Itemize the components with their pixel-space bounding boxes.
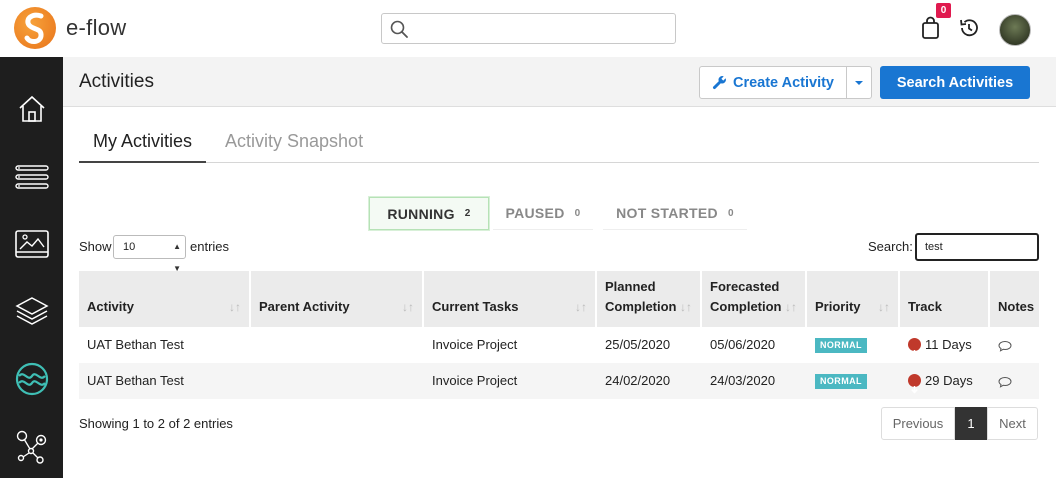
- sidebar-item-home[interactable]: [0, 79, 63, 139]
- showing-entries-info: Showing 1 to 2 of 2 entries: [79, 416, 233, 431]
- status-label: RUNNING: [387, 205, 455, 222]
- column-header-activity[interactable]: Activity ↓↑: [79, 271, 251, 327]
- activity-tabs: My Activities Activity Snapshot: [79, 129, 1039, 163]
- status-filter-not-started[interactable]: NOT STARTED 0: [603, 197, 747, 230]
- priority-badge: NORMAL: [815, 338, 867, 354]
- cart-count-badge: 0: [936, 3, 951, 18]
- comment-icon: [998, 340, 1012, 352]
- track-days: 29 Days: [925, 373, 973, 388]
- column-header-parent-activity[interactable]: Parent Activity ↓↑: [251, 271, 424, 327]
- cell-forecasted-completion: 24/03/2020: [710, 373, 776, 388]
- create-activity-label: Create Activity: [732, 74, 834, 91]
- table-row[interactable]: UAT Bethan Test Invoice Project 24/02/20…: [79, 363, 1039, 399]
- search-icon: [390, 20, 408, 38]
- cell-planned-completion: 25/05/2020: [605, 337, 671, 352]
- history-button[interactable]: [958, 17, 980, 44]
- image-icon: [14, 230, 49, 258]
- layers-icon: [14, 297, 49, 325]
- sidebar-item-layers[interactable]: [0, 281, 63, 341]
- status-count: 0: [574, 207, 581, 219]
- cell-current-task[interactable]: Invoice Project: [424, 327, 517, 363]
- priority-badge: NORMAL: [815, 374, 867, 390]
- cell-forecasted-completion: 05/06/2020: [710, 337, 776, 352]
- create-activity-dropdown[interactable]: [846, 66, 872, 99]
- left-sidebar: [0, 57, 63, 478]
- sidebar-item-list[interactable]: [0, 147, 63, 207]
- status-label: NOT STARTED: [616, 205, 718, 221]
- table-search-label: Search:: [868, 239, 913, 254]
- entries-per-page-select[interactable]: 10 ▲ ▼: [113, 235, 186, 273]
- entries-value: 10: [123, 241, 136, 253]
- pagination: Previous 1 Next: [881, 407, 1038, 440]
- list-icon: [14, 165, 49, 189]
- create-activity-button[interactable]: Create Activity: [699, 66, 847, 99]
- pagination-page-1[interactable]: 1: [955, 407, 987, 440]
- home-icon: [18, 95, 45, 122]
- global-search-input[interactable]: [381, 13, 676, 44]
- pagination-next-button[interactable]: Next: [987, 407, 1038, 440]
- eflow-logo-icon: [14, 7, 56, 49]
- sort-icon: ↓↑: [785, 300, 797, 314]
- sort-icon: ↓↑: [878, 300, 890, 314]
- column-header-priority[interactable]: Priority ↓↑: [807, 271, 900, 327]
- flow-logo-icon: [15, 362, 48, 396]
- column-header-forecasted-completion[interactable]: Forecasted Completion ↓↑: [702, 271, 807, 327]
- page-title: Activities: [79, 71, 154, 92]
- table-search-input[interactable]: test: [915, 233, 1039, 261]
- status-filter-running[interactable]: RUNNING 2: [369, 197, 489, 230]
- cell-activity[interactable]: UAT Bethan Test: [79, 363, 184, 399]
- page-header: Activities Create Activity Search Activi…: [63, 57, 1056, 107]
- cell-parent-activity: [251, 327, 259, 363]
- pagination-previous-button[interactable]: Previous: [881, 407, 955, 440]
- logo-area[interactable]: e-flow: [0, 0, 205, 57]
- cell-notes[interactable]: [990, 327, 1012, 363]
- status-filter-paused[interactable]: PAUSED 0: [493, 197, 593, 230]
- cell-notes[interactable]: [990, 363, 1012, 399]
- column-header-planned-completion[interactable]: Planned Completion ↓↑: [597, 271, 702, 327]
- cell-parent-activity: [251, 363, 259, 399]
- arrow-down-circle-icon: [908, 338, 921, 358]
- main-content: Activities Create Activity Search Activi…: [63, 57, 1056, 478]
- column-header-track: Track: [900, 271, 990, 327]
- history-icon: [960, 19, 978, 37]
- basket-button[interactable]: [920, 16, 942, 40]
- sidebar-item-network[interactable]: [0, 417, 63, 477]
- entries-label: entries: [190, 239, 230, 254]
- show-label: Show: [79, 239, 112, 254]
- cell-track: 11 Days: [900, 327, 972, 363]
- cell-planned-completion: 24/02/2020: [605, 373, 671, 388]
- tab-my-activities[interactable]: My Activities: [79, 131, 207, 163]
- column-header-current-tasks[interactable]: Current Tasks ↓↑: [424, 271, 597, 327]
- sort-icon: ↓↑: [575, 300, 587, 314]
- column-header-notes: Notes: [998, 299, 1035, 314]
- sidebar-item-dashboard[interactable]: [0, 215, 63, 275]
- sort-icon: ↓↑: [402, 300, 414, 314]
- table-row[interactable]: UAT Bethan Test Invoice Project 25/05/20…: [79, 327, 1039, 363]
- sort-icon: ↓↑: [680, 300, 692, 314]
- arrow-down-circle-icon: [908, 374, 921, 394]
- caret-down-icon: [855, 80, 863, 85]
- comment-icon: [998, 376, 1012, 388]
- shopping-bag-icon: [922, 16, 939, 39]
- network-icon: [16, 430, 46, 464]
- user-avatar[interactable]: [999, 14, 1031, 46]
- cell-current-task[interactable]: Invoice Project: [424, 363, 517, 399]
- status-count: 2: [464, 208, 471, 219]
- table-header: Activity ↓↑ Parent Activity ↓↑ Current Tas…: [79, 271, 1039, 327]
- track-days: 11 Days: [925, 337, 972, 352]
- sidebar-item-flow[interactable]: [0, 349, 63, 409]
- sort-icon: ↓↑: [229, 300, 241, 314]
- tab-activity-snapshot[interactable]: Activity Snapshot: [225, 131, 363, 163]
- app-name: e-flow: [66, 15, 127, 40]
- status-label: PAUSED: [505, 205, 565, 221]
- cell-activity[interactable]: UAT Bethan Test: [79, 327, 184, 363]
- search-activities-button[interactable]: Search Activities: [880, 66, 1030, 99]
- status-count: 0: [727, 207, 734, 219]
- top-bar: e-flow 0: [0, 0, 1056, 57]
- cell-track: 29 Days: [900, 363, 973, 399]
- wrench-icon: [712, 76, 726, 90]
